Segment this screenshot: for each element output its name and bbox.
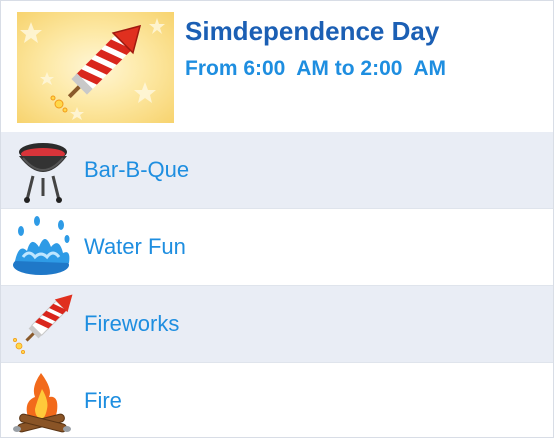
event-header: Simdependence Day From 6:00 AM to 2:00 A…: [1, 1, 553, 132]
event-time: From 6:00 AM to 2:00 AM: [185, 57, 446, 80]
activity-row-fireworks[interactable]: Fireworks: [1, 286, 553, 362]
activity-row-water-fun[interactable]: Water Fun: [1, 209, 553, 285]
activity-label: Bar-B-Que: [84, 157, 190, 182]
activity-row-bar-b-que[interactable]: Bar-B-Que: [1, 132, 553, 208]
grill-icon: [9, 136, 77, 204]
event-title: Simdependence Day: [185, 16, 440, 46]
activity-label: Water Fun: [84, 234, 186, 259]
holiday-panel: Simdependence Day From 6:00 AM to 2:00 A…: [0, 0, 554, 438]
firework-rocket-icon: [9, 290, 77, 358]
water-splash-icon: [9, 213, 77, 281]
activity-label: Fireworks: [84, 311, 180, 336]
activity-label: Fire: [84, 388, 122, 413]
activity-row-fire[interactable]: Fire: [1, 363, 553, 437]
event-image: [17, 12, 174, 123]
firework-rocket-icon: [20, 18, 165, 120]
campfire-icon: [9, 367, 77, 435]
